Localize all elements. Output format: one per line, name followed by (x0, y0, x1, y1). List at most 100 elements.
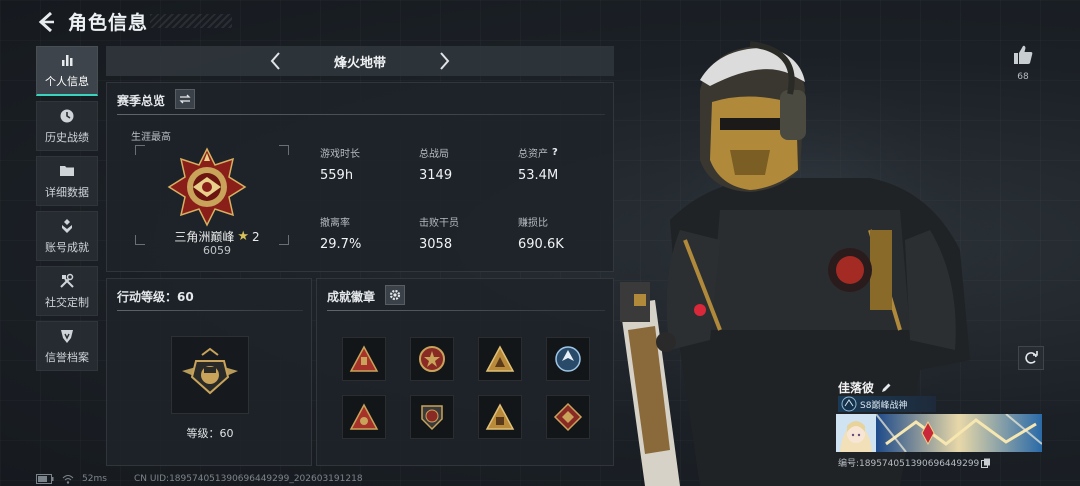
header: 角色信息 (36, 8, 148, 35)
avatar[interactable] (836, 414, 876, 452)
player-id-row: 编号:18957405139069644929​9 (838, 456, 991, 469)
badge-settings-button[interactable] (385, 285, 405, 305)
switch-button[interactable] (175, 89, 195, 109)
player-id: 编号:18957405139069644929​9 (838, 459, 980, 469)
rank-name-row: 三角洲巅峰 ★ 2 (135, 228, 299, 245)
level-emblem-icon (182, 347, 238, 395)
stat-total-assets: 总资产 ? 53.4M (518, 145, 558, 183)
badge-item[interactable] (478, 337, 522, 381)
badge-item[interactable] (410, 395, 454, 439)
sidebar-item-reputation[interactable]: 信誉档案 (36, 321, 98, 371)
refresh-icon (1025, 351, 1038, 364)
status-bar: 52ms (36, 474, 107, 484)
stat-label: 总战局 (419, 149, 449, 160)
stat-label: 总资产 (518, 149, 548, 160)
copy-icon[interactable] (981, 458, 991, 468)
gear-icon (389, 289, 401, 301)
action-level-title: 行动等级：60 (117, 290, 194, 304)
divider (327, 310, 605, 311)
medal-badge-icon (419, 346, 445, 372)
sidebar-item-label: 账号成就 (45, 240, 89, 254)
stat-value: 3149 (419, 168, 453, 183)
sidebar-item-label: 社交定制 (45, 295, 89, 309)
ping-text: 52ms (82, 474, 107, 484)
badge-item[interactable] (546, 337, 590, 381)
player-title: S8巅峰战神 (860, 400, 908, 411)
player-title-badge: S8巅峰战神 (838, 396, 936, 412)
career-best-label: 生涯最高 (131, 132, 171, 143)
season-overview-title: 赛季总览 (117, 94, 166, 108)
rank-score: 6059 (203, 244, 231, 257)
rank-stars: 2 (252, 229, 260, 244)
sidebar: 个人信息 历史战绩 详细数据 账号成就 社交定制 信誉档案 (36, 46, 98, 376)
stat-extraction-rate: 撤离率 29.7% (320, 214, 361, 252)
medal-icon (62, 218, 72, 233)
triangle-badge-icon (349, 345, 379, 372)
sidebar-item-label: 信誉档案 (45, 350, 89, 364)
player-name-row: 佳落彼 (838, 379, 892, 396)
uid-text: CN UID:18957405139069644929​9_2026031912… (134, 474, 363, 484)
back-icon[interactable] (36, 10, 56, 34)
page-title: 角色信息 (68, 12, 149, 34)
badge-item[interactable] (478, 395, 522, 439)
achievement-badges-title: 成就徽章 (327, 290, 376, 304)
mode-name: 烽火地带 (333, 55, 386, 71)
wifi-icon (62, 475, 74, 484)
stat-label-row: 总资产 ? (518, 145, 558, 160)
battery-icon (36, 474, 54, 484)
previous-mode-icon[interactable] (266, 50, 286, 72)
folder-icon (60, 165, 74, 176)
sidebar-item-social[interactable]: 社交定制 (36, 266, 98, 316)
stat-label: 击败干员 (419, 218, 459, 229)
stat-profit-ratio: 赚损比 690.6K (518, 214, 564, 252)
stat-total-matches: 总战局 3149 (419, 145, 452, 183)
divider (117, 114, 605, 115)
level-emblem (171, 336, 249, 414)
sidebar-item-label: 详细数据 (45, 185, 89, 199)
edit-icon[interactable] (880, 382, 892, 394)
achievement-badges-panel: 成就徽章 (316, 278, 614, 466)
triangle-badge-icon (349, 403, 379, 430)
next-mode-icon[interactable] (434, 50, 454, 72)
swap-icon (179, 94, 191, 104)
player-banner[interactable] (876, 414, 1042, 452)
stat-label: 游戏时长 (320, 149, 360, 160)
stat-value: 29.7% (320, 237, 362, 252)
mode-selector: 烽火地带 (106, 46, 614, 76)
thumbs-up-icon (1014, 45, 1033, 64)
like-button[interactable]: 68 (1010, 44, 1036, 82)
sidebar-item-achievements[interactable]: 账号成就 (36, 211, 98, 261)
stat-value: 53.4M (518, 168, 559, 183)
sidebar-item-history[interactable]: 历史战绩 (36, 101, 98, 151)
sidebar-item-personal-info[interactable]: 个人信息 (36, 46, 98, 96)
season-overview-panel: 赛季总览 生涯最高 三角洲巅峰 ★ 2 6059 游戏时长 559h 总战局 3… (106, 82, 614, 272)
sidebar-item-label: 历史战绩 (45, 130, 89, 144)
rotate-model-button[interactable] (1018, 346, 1044, 370)
like-count: 68 (1017, 72, 1029, 82)
shield-icon (61, 329, 73, 343)
triangle-badge-icon (485, 345, 515, 372)
diamond-badge-icon (553, 402, 583, 432)
badge-item[interactable] (342, 337, 386, 381)
action-level-panel: 行动等级：60 等级：60 (106, 278, 312, 466)
badge-item[interactable] (410, 337, 454, 381)
divider (117, 310, 303, 311)
tools-icon (60, 273, 74, 288)
stat-label: 赚损比 (518, 218, 548, 229)
arrow-badge-icon (555, 346, 581, 372)
stat-value: 3058 (419, 237, 453, 252)
level-text: 等级：60 (186, 427, 234, 440)
badge-item[interactable] (546, 395, 590, 439)
shield-badge-icon (421, 405, 443, 431)
title-emblem-icon (841, 396, 857, 412)
stat-playtime: 游戏时长 559h (320, 145, 360, 183)
stat-operators-defeated: 击败干员 3058 (419, 214, 459, 252)
badge-item[interactable] (342, 395, 386, 439)
stat-value: 559h (320, 168, 354, 183)
sidebar-item-details[interactable]: 详细数据 (36, 156, 98, 206)
stat-value: 690.6K (518, 237, 564, 252)
rank-emblem-icon (167, 147, 247, 227)
help-icon[interactable]: ? (552, 147, 558, 158)
stat-label: 撤离率 (320, 218, 350, 229)
bar-chart-icon (62, 55, 73, 66)
